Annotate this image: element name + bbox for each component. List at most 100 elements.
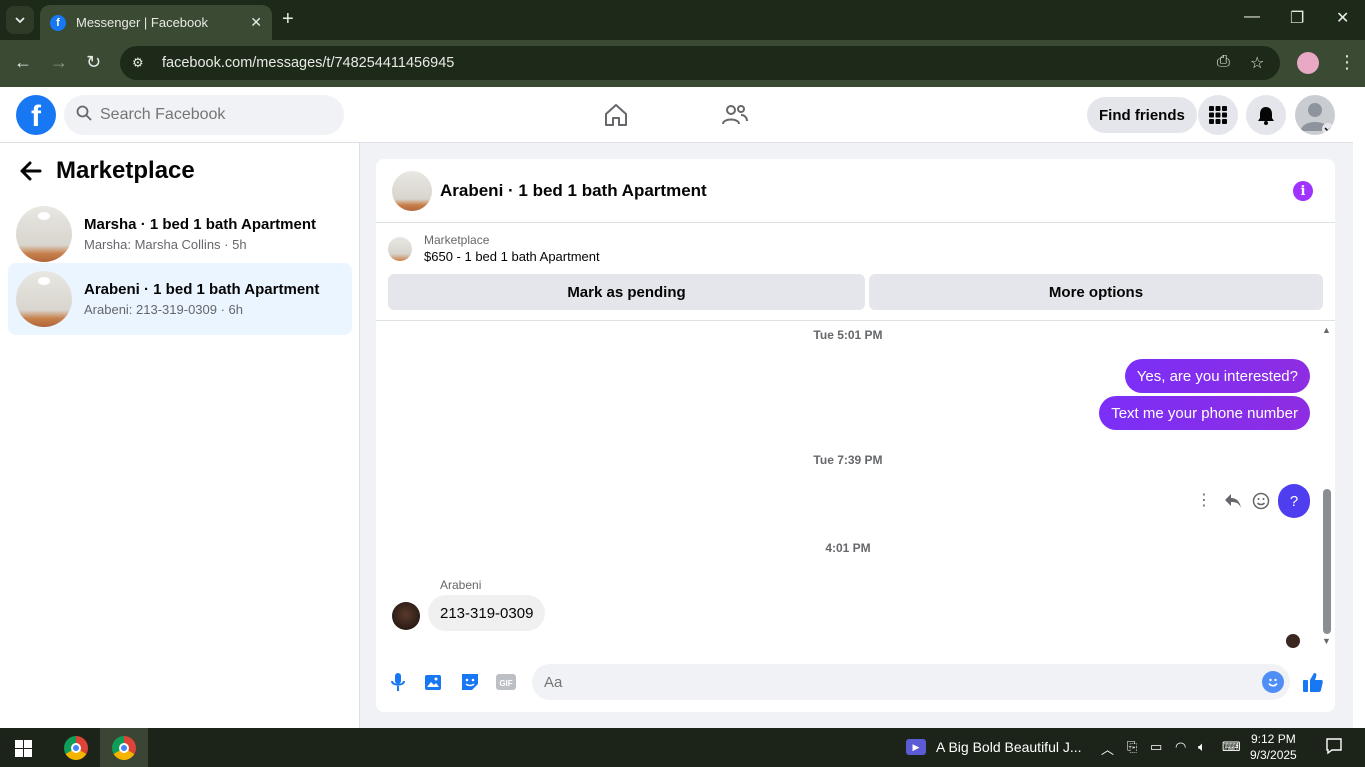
browser-toolbar: ← → ↻ ⚙ facebook.com/messages/t/74825441… bbox=[0, 40, 1365, 87]
listing-mini-thumbnail bbox=[388, 236, 412, 261]
listing-thumbnail bbox=[16, 271, 72, 327]
taskbar-chrome-app-active[interactable] bbox=[100, 728, 148, 767]
restore-icon[interactable]: ❐ bbox=[1290, 8, 1304, 28]
react-emoji-icon[interactable] bbox=[1252, 492, 1270, 510]
system-clock[interactable]: 9:12 PM 9/3/2025 bbox=[1250, 731, 1297, 763]
page-scrollbar[interactable] bbox=[1353, 87, 1365, 728]
chat-panel: Arabeni · 1 bed 1 bath Apartment i Marke… bbox=[376, 159, 1335, 712]
notifications-bell-icon[interactable] bbox=[1246, 95, 1286, 135]
window-close-icon[interactable]: ✕ bbox=[1336, 8, 1349, 28]
reload-icon[interactable]: ↻ bbox=[86, 52, 101, 73]
reply-icon[interactable] bbox=[1224, 493, 1242, 509]
tab-title: Messenger | Facebook bbox=[76, 15, 208, 30]
more-vertical-icon[interactable]: ⋮ bbox=[1196, 484, 1212, 518]
clock-time: 9:12 PM bbox=[1251, 732, 1296, 746]
minimize-icon[interactable]: — bbox=[1244, 8, 1260, 26]
sender-avatar[interactable] bbox=[392, 602, 420, 630]
forward-arrow-icon[interactable]: → bbox=[50, 52, 68, 73]
outgoing-message[interactable]: ? bbox=[1278, 484, 1310, 518]
clock-date: 9/3/2025 bbox=[1250, 748, 1297, 762]
facebook-search[interactable] bbox=[64, 95, 344, 135]
new-tab-icon[interactable]: + bbox=[282, 8, 294, 31]
message-timestamp: Tue 7:39 PM bbox=[813, 453, 883, 467]
media-play-icon: ▶ bbox=[906, 739, 926, 755]
svg-text:GIF: GIF bbox=[499, 679, 512, 688]
conversation-item[interactable]: Marsha · 1 bed 1 bath Apartment Marsha: … bbox=[8, 198, 352, 270]
profile-avatar[interactable] bbox=[1295, 95, 1335, 135]
emoji-icon[interactable] bbox=[1262, 671, 1284, 693]
back-arrow-icon[interactable]: ← bbox=[14, 52, 32, 73]
message-input-field[interactable] bbox=[532, 664, 1290, 700]
install-app-icon[interactable]: ⎙ bbox=[1217, 53, 1230, 71]
outgoing-message[interactable]: Yes, are you interested? bbox=[1124, 359, 1310, 393]
microphone-icon[interactable] bbox=[387, 671, 409, 693]
taskbar-chrome-app[interactable] bbox=[52, 728, 100, 767]
media-title: A Big Bold Beautiful J... bbox=[936, 739, 1082, 755]
volume-icon[interactable]: 🔈︎ bbox=[1198, 739, 1206, 755]
conversation-name: Arabeni · 1 bed 1 bath Apartment bbox=[84, 281, 320, 298]
mark-as-pending-button[interactable]: Mark as pending bbox=[388, 274, 865, 310]
message-composer: GIF bbox=[376, 660, 1335, 704]
sender-name: Arabeni bbox=[440, 578, 482, 592]
back-arrow-icon[interactable] bbox=[20, 161, 42, 187]
notification-center-icon[interactable] bbox=[1325, 737, 1343, 758]
more-options-button[interactable]: More options bbox=[869, 274, 1323, 310]
browser-tab[interactable]: f Messenger | Facebook ✕ bbox=[40, 5, 272, 40]
facebook-favicon-icon: f bbox=[50, 14, 66, 31]
tray-device-icon[interactable]: ⎘ bbox=[1127, 739, 1137, 755]
message-input[interactable] bbox=[544, 673, 1244, 691]
search-input[interactable] bbox=[100, 106, 300, 124]
browser-menu-icon[interactable]: ⋮ bbox=[1338, 52, 1356, 73]
friends-icon[interactable] bbox=[721, 101, 749, 129]
conversation-item-active[interactable]: Arabeni · 1 bed 1 bath Apartment Arabeni… bbox=[8, 263, 352, 335]
taskbar-media-item[interactable]: ▶ A Big Bold Beautiful J... bbox=[906, 739, 1082, 755]
wifi-icon[interactable]: ◠ bbox=[1175, 739, 1186, 755]
chat-scrollbar[interactable]: ▲ ▼ bbox=[1320, 323, 1335, 653]
conversation-name: Marsha · 1 bed 1 bath Apartment bbox=[84, 216, 316, 233]
sidebar-title: Marketplace bbox=[56, 157, 195, 184]
browser-profile-avatar[interactable] bbox=[1297, 52, 1319, 74]
incoming-message[interactable]: 213-319-0309 bbox=[428, 595, 546, 631]
gif-icon[interactable]: GIF bbox=[495, 671, 517, 693]
url-text: facebook.com/messages/t/748254411456945 bbox=[162, 55, 455, 71]
marketplace-label: Marketplace bbox=[424, 233, 490, 247]
sticker-icon[interactable] bbox=[459, 671, 481, 693]
chat-header: Arabeni · 1 bed 1 bath Apartment bbox=[376, 159, 1335, 223]
windows-taskbar: ▶ A Big Bold Beautiful J... ︿ ⎘ ▭ ◠ 🔈︎ ⌨… bbox=[0, 728, 1365, 767]
keyboard-icon[interactable]: ⌨ bbox=[1222, 739, 1241, 755]
chat-listing-thumbnail[interactable] bbox=[392, 170, 432, 211]
tab-search-button[interactable] bbox=[6, 6, 34, 34]
bookmark-star-icon[interactable]: ☆ bbox=[1250, 53, 1264, 73]
site-info-icon[interactable]: ⚙ bbox=[132, 55, 150, 71]
find-friends-button[interactable]: Find friends bbox=[1087, 97, 1197, 133]
scroll-down-arrow-icon[interactable]: ▼ bbox=[1322, 636, 1331, 646]
scrollbar-thumb[interactable] bbox=[1323, 489, 1331, 634]
address-bar[interactable]: ⚙ facebook.com/messages/t/74825441145694… bbox=[120, 46, 1280, 80]
marketplace-listing-info[interactable]: Marketplace $650 - 1 bed 1 bath Apartmen… bbox=[388, 233, 600, 264]
photo-icon[interactable] bbox=[423, 671, 445, 693]
info-icon[interactable]: i bbox=[1293, 181, 1313, 201]
message-timestamp: Tue 5:01 PM bbox=[813, 328, 883, 342]
chrome-icon bbox=[64, 735, 88, 760]
listing-thumbnail bbox=[16, 206, 72, 262]
scroll-up-arrow-icon[interactable]: ▲ bbox=[1322, 325, 1331, 335]
menu-grid-icon[interactable] bbox=[1198, 95, 1238, 135]
message-timestamp: 4:01 PM bbox=[825, 541, 871, 555]
marketplace-sidebar: Marketplace Marsha · 1 bed 1 bath Apartm… bbox=[0, 143, 360, 728]
conversation-preview: Arabeni: 213-319-0309 · 6h bbox=[84, 302, 244, 317]
windows-start-icon[interactable] bbox=[15, 740, 32, 757]
read-receipt-avatar bbox=[1286, 634, 1300, 648]
outgoing-message[interactable]: Text me your phone number bbox=[1099, 396, 1310, 430]
tab-close-icon[interactable]: ✕ bbox=[250, 14, 262, 31]
search-icon bbox=[76, 105, 92, 126]
tray-chevron-up-icon[interactable]: ︿ bbox=[1101, 739, 1114, 758]
facebook-header: f Find friends bbox=[0, 87, 1353, 143]
facebook-logo-icon[interactable]: f bbox=[16, 95, 56, 135]
chat-title[interactable]: Arabeni · 1 bed 1 bath Apartment bbox=[440, 181, 707, 201]
browser-tab-bar: f Messenger | Facebook ✕ + — ❐ ✕ bbox=[0, 0, 1365, 40]
chrome-icon bbox=[112, 735, 136, 760]
home-icon[interactable] bbox=[602, 101, 630, 129]
divider bbox=[376, 320, 1335, 321]
battery-icon[interactable]: ▭ bbox=[1150, 739, 1162, 755]
thumbs-up-icon[interactable] bbox=[1301, 670, 1325, 694]
